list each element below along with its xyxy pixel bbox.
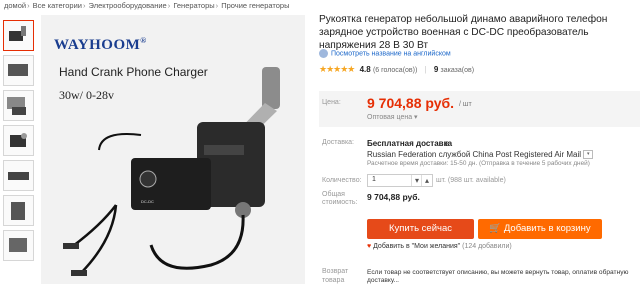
shipping-title: Бесплатная доставка bbox=[367, 139, 453, 148]
product-photo: DC-DC bbox=[41, 15, 305, 284]
price-value: 9 704,88 руб. bbox=[367, 95, 455, 111]
total-label-line2: стоимость: bbox=[322, 199, 358, 206]
product-title: Рукоятка генератор небольшой динамо авар… bbox=[319, 14, 608, 51]
breadcrumb-other-generators[interactable]: Прочие генераторы bbox=[221, 1, 289, 10]
image-caption-line1: Hand Crank Phone Charger bbox=[59, 65, 208, 79]
add-to-cart-label: Добавить в корзину bbox=[503, 223, 591, 234]
breadcrumb-all-categories[interactable]: Все категории bbox=[33, 1, 82, 10]
cart-icon: 🛒 bbox=[489, 223, 502, 234]
svg-text:DC-DC: DC-DC bbox=[141, 199, 154, 204]
return-label-line1: Возврат bbox=[322, 268, 349, 275]
chevron-down-icon[interactable]: ▾ bbox=[583, 150, 594, 160]
quantity-input[interactable]: 1 bbox=[372, 176, 376, 183]
breadcrumb-home[interactable]: домой bbox=[4, 1, 26, 10]
shipping-method-text: Russian Federation службой China Post Re… bbox=[367, 150, 582, 159]
rating-divider: | bbox=[424, 65, 427, 74]
quantity-label: Количество: bbox=[322, 177, 362, 184]
breadcrumb-generators[interactable]: Генераторы bbox=[173, 1, 214, 10]
orders-count: 9 bbox=[433, 65, 439, 74]
price-label: Цена: bbox=[322, 99, 341, 106]
rating-stars: ★★★★★ bbox=[319, 64, 355, 74]
thumbnail[interactable] bbox=[3, 20, 34, 51]
thumbnail[interactable] bbox=[3, 125, 34, 156]
rating-value: 4.8 bbox=[359, 65, 371, 74]
shipping-to: в bbox=[445, 139, 450, 148]
total-label-line1: Общая bbox=[322, 191, 345, 198]
return-label-line2: товара bbox=[322, 277, 345, 284]
rating-row: ★★★★★ 4.8 (6 голоса(ов)) | 9 заказа(ов) bbox=[319, 64, 474, 75]
thumbnail-list bbox=[3, 20, 36, 265]
brand-logo: WAYHOOM® bbox=[54, 36, 147, 53]
shipping-estimate: Расчетное время доставки: 15-50 дн. (Отп… bbox=[367, 160, 590, 167]
thumbnail[interactable] bbox=[3, 55, 34, 86]
shipping-method[interactable]: Russian Federation службой China Post Re… bbox=[367, 150, 594, 160]
quantity-stepper[interactable]: 1 ▾ ▴ bbox=[367, 174, 433, 187]
buy-now-button[interactable]: Купить сейчас bbox=[367, 219, 474, 239]
thumbnail[interactable] bbox=[3, 195, 34, 226]
translate-icon bbox=[319, 49, 328, 58]
wholesale-price-link[interactable]: Оптовая цена ▾ bbox=[367, 113, 418, 121]
breadcrumb-electrical[interactable]: Электрооборудование bbox=[89, 1, 167, 10]
return-policy-text: Если товар не соответствует описанию, вы… bbox=[367, 269, 629, 284]
add-to-cart-button[interactable]: 🛒 Добавить в корзину bbox=[478, 219, 602, 239]
orders-label: заказа(ов) bbox=[440, 67, 475, 74]
quantity-increase-button[interactable]: ▴ bbox=[421, 175, 432, 186]
price-unit: / шт bbox=[459, 101, 472, 108]
wishlist-count: (124 добавили) bbox=[462, 243, 512, 250]
thumbnail[interactable] bbox=[3, 90, 34, 121]
thumbnail[interactable] bbox=[3, 230, 34, 261]
translate-link[interactable]: Посмотреть название на английском bbox=[319, 49, 451, 58]
main-product-image[interactable]: DC-DC WAYHOOM® Hand Crank Phone Charger … bbox=[41, 15, 305, 284]
shipping-label: Доставка: bbox=[322, 139, 355, 146]
heart-icon: ♥ bbox=[367, 243, 372, 250]
price-box: Цена: 9 704,88 руб. / шт Оптовая цена ▾ bbox=[319, 91, 640, 127]
wishlist-link[interactable]: ♥ Добавить в "Мои желания" (124 добавили… bbox=[367, 243, 512, 250]
wishlist-label: Добавить в "Мои желания" bbox=[373, 243, 461, 250]
image-caption-line2: 30w/ 0-28v bbox=[59, 88, 114, 102]
total-value: 9 704,88 руб. bbox=[367, 192, 420, 202]
translate-link-label: Посмотреть название на английском bbox=[331, 50, 451, 58]
vote-count-link[interactable]: (6 голоса(ов)) bbox=[373, 67, 417, 74]
thumbnail[interactable] bbox=[3, 160, 34, 191]
breadcrumb: домой› Все категории› Электрооборудовани… bbox=[4, 1, 290, 10]
quantity-available: шт. (988 шт. available) bbox=[436, 177, 506, 184]
